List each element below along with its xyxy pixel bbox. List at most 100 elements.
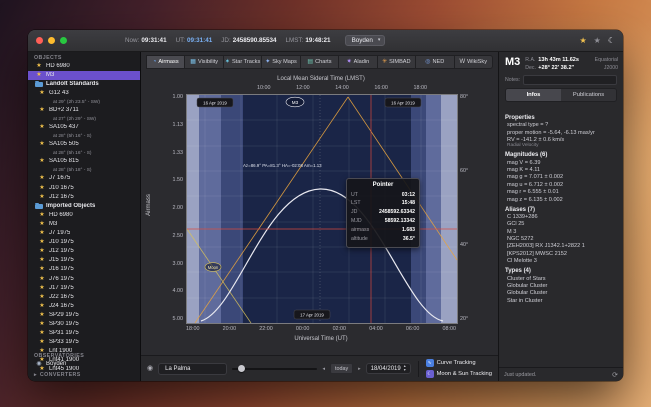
object-list-item[interactable]: Landolt Standards xyxy=(28,80,140,89)
titlebar[interactable]: Now:09:31:41 UT:09:31:41 JD:2458590.8553… xyxy=(28,30,623,52)
detail-row[interactable]: spectral type = ? xyxy=(505,121,617,128)
object-list-item[interactable]: SP31 1975 xyxy=(28,329,140,338)
close-button[interactable] xyxy=(36,37,43,44)
detail-row[interactable]: Cl Melotte 3 xyxy=(505,257,617,264)
info-tab[interactable]: Infos xyxy=(506,89,561,101)
detail-row[interactable]: Globular Cluster xyxy=(505,282,617,289)
object-list-item[interactable]: J7 1675 xyxy=(28,175,140,184)
time-slider[interactable] xyxy=(232,365,318,373)
date-field[interactable]: 18/04/2019 ▴ ▾ xyxy=(366,363,411,374)
notes-input[interactable] xyxy=(523,75,617,85)
detail-row[interactable]: mag u = 6.712 ± 0.002 xyxy=(505,180,617,187)
detail-row[interactable]: Star in Cluster xyxy=(505,296,617,303)
object-list-item[interactable]: BD+2 3711 at 27° (2h 29° - SW) xyxy=(28,106,140,123)
date-stepper[interactable]: ▴ ▾ xyxy=(404,365,406,371)
view-tab[interactable]: ▦ Visibility xyxy=(184,55,222,69)
view-tab[interactable]: W WikiSky xyxy=(454,55,493,69)
detail-row[interactable]: M 3 xyxy=(505,227,617,234)
tab-label: Star Tracks xyxy=(232,59,260,65)
slider-thumb[interactable] xyxy=(238,365,245,372)
view-tab[interactable]: ▤ Charts xyxy=(300,55,338,69)
daylight-band xyxy=(441,95,457,323)
detail-row[interactable]: C 1339+286 xyxy=(505,213,617,220)
object-list-item[interactable]: SA105 815 at 28° (5h 18° - S) xyxy=(28,158,140,175)
curve-tracking-label: Curve Tracking xyxy=(437,360,476,366)
object-list-item[interactable]: G12 43 at 29° (2h 23.5° - SW) xyxy=(28,89,140,106)
secondary-star-icon[interactable]: ★ xyxy=(594,37,601,45)
tab-icon: ◔ xyxy=(153,59,157,65)
axis-tick-label: 02:00 xyxy=(333,326,347,332)
view-tab[interactable]: ◎ NED xyxy=(415,55,453,69)
svg-text:Moon: Moon xyxy=(208,265,219,270)
view-tab[interactable]: ◔ Airmass xyxy=(146,55,184,69)
object-list-item[interactable]: J15 1975 xyxy=(28,257,140,266)
svg-text:16 Apr 2019: 16 Apr 2019 xyxy=(203,100,227,105)
refresh-icon[interactable]: ⟳ xyxy=(612,371,618,379)
objects-header: OBJECTS xyxy=(28,52,140,62)
view-tab[interactable]: ✦ Sky Maps xyxy=(261,55,299,69)
stepper-down-icon[interactable]: ▾ xyxy=(404,369,406,372)
object-list-item[interactable]: J17 1975 xyxy=(28,284,140,293)
favorite-star-icon[interactable]: ★ xyxy=(579,37,586,45)
observatory-select[interactable]: Boyden ▾ xyxy=(345,35,386,47)
object-list-item[interactable]: HD 6980 xyxy=(28,211,140,220)
detail-row[interactable]: mag V = 6.39 xyxy=(505,158,617,165)
object-list-item[interactable]: SP29 1975 xyxy=(28,311,140,320)
object-label: J17 1975 xyxy=(49,285,74,293)
object-list-item[interactable]: J10 1675 xyxy=(28,184,140,193)
object-list-item[interactable]: J16 1975 xyxy=(28,266,140,275)
night-mode-moon-icon[interactable]: ☾ xyxy=(608,37,615,45)
tab-icon: W xyxy=(459,59,465,65)
view-tab[interactable]: ✳ SIMBAD xyxy=(377,55,415,69)
ut-axis-ticks: 18:0020:0022:0000:0002:0004:0006:0008:00 xyxy=(186,326,456,332)
view-tab[interactable]: ✶ Star Tracks xyxy=(223,55,261,69)
detail-row[interactable]: Globular Cluster xyxy=(505,289,617,296)
tab-icon: ✳ xyxy=(382,59,387,65)
detail-row[interactable]: NGC 5272 xyxy=(505,235,617,242)
detail-row[interactable]: mag g = 7.071 ± 0.002 xyxy=(505,173,617,180)
detail-text: C 1339+286 xyxy=(507,214,538,220)
minimize-button[interactable] xyxy=(48,37,55,44)
lmst-value: 19:48:21 xyxy=(305,37,330,44)
object-list-item[interactable]: J76 1975 xyxy=(28,275,140,284)
moon-sun-tracking-toggle[interactable]: ☾ Moon & Sun Tracking xyxy=(426,370,492,378)
object-list-item[interactable]: J12 1975 xyxy=(28,247,140,256)
location-field[interactable]: La Palma xyxy=(158,363,227,375)
object-list-item[interactable]: M3 xyxy=(28,71,140,80)
zoom-button[interactable] xyxy=(60,37,67,44)
detail-row[interactable]: [ZEH2003] RX J1342.1+2822 1 xyxy=(505,242,617,249)
object-list-item[interactable]: J24 1675 xyxy=(28,302,140,311)
detail-row[interactable]: Cluster of Stars xyxy=(505,274,617,281)
object-list-item[interactable]: SP30 1975 xyxy=(28,320,140,329)
detail-row[interactable]: [KPS2012] MWSC 2152 xyxy=(505,249,617,256)
object-list-item[interactable]: SA105 437 at 28° (5h 16° - S) xyxy=(28,123,140,140)
detail-row[interactable]: mag z = 6.135 ± 0.002 xyxy=(505,195,617,202)
curve-tracking-toggle[interactable]: ∿ Curve Tracking xyxy=(426,359,492,367)
object-list-item[interactable]: SP33 1975 xyxy=(28,338,140,347)
info-tab[interactable]: Publications xyxy=(561,89,616,101)
detail-row[interactable]: mag r = 6.555 ± 0.01 xyxy=(505,188,617,195)
detail-row[interactable]: mag K = 4.11 xyxy=(505,166,617,173)
object-list-item[interactable]: J7 1975 xyxy=(28,229,140,238)
chevron-right-icon[interactable]: ▸ xyxy=(358,366,361,372)
object-list-item[interactable]: J10 1975 xyxy=(28,238,140,247)
object-list-item[interactable]: J12 1675 xyxy=(28,193,140,202)
detail-row[interactable]: GCl 25 xyxy=(505,220,617,227)
object-list-item[interactable]: M3 xyxy=(28,220,140,229)
chevron-left-icon[interactable]: ◂ xyxy=(322,366,325,372)
object-list-item[interactable]: HD 6980 xyxy=(28,62,140,71)
dec-row: Dec. +28° 22' 38.2" J2000 xyxy=(525,65,618,71)
object-label: J12 1675 xyxy=(49,194,74,202)
view-tab[interactable]: ✷ Aladin xyxy=(338,55,376,69)
ut-axis-title: Universal Time (UT) xyxy=(186,336,456,342)
object-list-item[interactable]: Imported Objects xyxy=(28,202,140,211)
today-button[interactable]: today xyxy=(330,363,353,374)
detail-row[interactable]: RV = -141.2 ± 0.6 km/s Radial Velocity xyxy=(505,136,617,148)
desktop-wallpaper: Now:09:31:41 UT:09:31:41 JD:2458590.8553… xyxy=(0,0,651,407)
pointer-key: LST xyxy=(351,199,361,208)
observatory-item[interactable]: Boyden xyxy=(28,360,140,369)
object-list-item[interactable]: J22 1675 xyxy=(28,293,140,302)
detail-row[interactable]: proper motion = -5.64, -6.13 mas/yr xyxy=(505,128,617,135)
object-list-item[interactable]: SA105 505 at 28° (5h 16° - S) xyxy=(28,141,140,158)
converters-header[interactable]: ▸ CONVERTERS xyxy=(28,369,140,379)
